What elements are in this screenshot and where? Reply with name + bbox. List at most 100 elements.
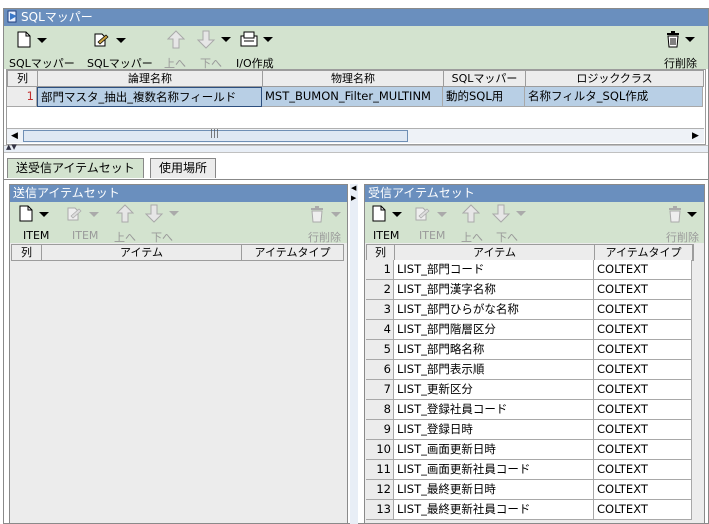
table-row[interactable]: 7 LIST_更新区分 COLTEXT	[366, 380, 694, 400]
edit-item-label[interactable]: ITEM	[72, 229, 98, 242]
cell-item[interactable]: LIST_画面更新社員コード	[394, 460, 594, 480]
scroll-thumb-grip: |||	[210, 129, 220, 139]
cell-item[interactable]: LIST_部門表示順	[394, 360, 594, 380]
table-row[interactable]: 1 LIST_部門コード COLTEXT	[366, 260, 694, 280]
cell-item-type[interactable]: COLTEXT	[594, 340, 692, 360]
cell-item[interactable]: LIST_部門ひらがな名称	[394, 300, 594, 320]
scroll-right-icon[interactable]: ▶	[688, 129, 703, 143]
splitter-right-icon[interactable]: ▶	[351, 194, 356, 202]
cell-item[interactable]: LIST_登録日時	[394, 420, 594, 440]
add-item-label[interactable]: ITEM	[373, 229, 399, 242]
row-number: 6	[366, 360, 394, 380]
cell-item-type[interactable]: COLTEXT	[594, 380, 692, 400]
cell-item-type[interactable]: COLTEXT	[594, 400, 692, 420]
row-number: 3	[366, 300, 394, 320]
table-row[interactable]: 4 LIST_部門階層区分 COLTEXT	[366, 320, 694, 340]
table-row[interactable]: 1 部門マスタ_抽出_複数名称フィールド MST_BUMON_Filter_MU…	[7, 87, 704, 107]
row-number: 8	[366, 400, 394, 420]
send-panel-title: 送信アイテムセット	[10, 185, 347, 202]
table-row[interactable]: 13 LIST_最終更新社員コード COLTEXT	[366, 500, 694, 520]
add-item-label[interactable]: ITEM	[23, 229, 49, 242]
table-row[interactable]: 11 LIST_画面更新社員コード COLTEXT	[366, 460, 694, 480]
cell-item-type[interactable]: COLTEXT	[594, 300, 692, 320]
recv-col-item[interactable]: アイテム	[395, 245, 595, 260]
trash-icon[interactable]	[665, 30, 705, 52]
add-item-icon[interactable]	[18, 205, 50, 226]
send-col-item[interactable]: アイテム	[42, 245, 242, 260]
send-col-type[interactable]: アイテムタイプ	[242, 245, 344, 260]
col-header-mapper[interactable]: SQLマッパー	[444, 71, 526, 86]
col-header-logic[interactable]: ロジッククラス	[526, 71, 704, 86]
new-document-icon[interactable]	[16, 31, 48, 52]
add-item-icon[interactable]	[371, 205, 403, 226]
horizontal-scrollbar[interactable]: ◀ ||| ▶	[7, 128, 704, 143]
col-header-physical[interactable]: 物理名称	[263, 71, 444, 86]
cell-item[interactable]: LIST_部門漢字名称	[394, 280, 594, 300]
cell-item[interactable]: LIST_部門略名称	[394, 340, 594, 360]
recv-table-header: 列 アイテム アイテムタイプ	[366, 244, 694, 261]
cell-item[interactable]: LIST_部門コード	[394, 260, 594, 280]
item-down-label[interactable]: 下へ	[496, 229, 518, 245]
cell-item-type[interactable]: COLTEXT	[594, 460, 692, 480]
cell-item[interactable]: LIST_部門階層区分	[394, 320, 594, 340]
table-row[interactable]: 6 LIST_部門表示順 COLTEXT	[366, 360, 694, 380]
move-down-icon[interactable]	[196, 30, 237, 52]
io-create-icon[interactable]	[239, 30, 279, 52]
cell-mapper[interactable]: 動的SQL用	[443, 87, 525, 107]
cell-item[interactable]: LIST_最終更新社員コード	[394, 500, 594, 520]
cell-physical-name[interactable]: MST_BUMON_Filter_MULTINM	[262, 87, 443, 107]
cell-item-type[interactable]: COLTEXT	[594, 480, 692, 500]
edit-item-icon[interactable]	[413, 205, 449, 226]
cell-item[interactable]: LIST_画面更新日時	[394, 440, 594, 460]
item-trash-icon[interactable]	[309, 205, 347, 227]
edit-item-icon[interactable]	[65, 205, 101, 226]
item-trash-icon[interactable]	[667, 205, 703, 227]
cell-item-type[interactable]: COLTEXT	[594, 440, 692, 460]
edit-mapper-icon[interactable]	[92, 31, 128, 52]
edit-item-label[interactable]: ITEM	[419, 229, 445, 242]
scroll-thumb[interactable]: |||	[23, 129, 408, 142]
table-row[interactable]: 2 LIST_部門漢字名称 COLTEXT	[366, 280, 694, 300]
recv-col-type[interactable]: アイテムタイプ	[595, 245, 693, 260]
collapse-arrows-icon[interactable]: ▲▼	[6, 143, 17, 151]
item-delete-row-label[interactable]: 行削除	[666, 229, 699, 245]
cell-item[interactable]: LIST_登録社員コード	[394, 400, 594, 420]
item-down-icon[interactable]	[491, 204, 532, 226]
cell-item-type[interactable]: COLTEXT	[594, 500, 692, 520]
cell-item-type[interactable]: COLTEXT	[594, 420, 692, 440]
tab-usage-location[interactable]: 使用場所	[150, 158, 217, 178]
split-divider[interactable]: ▲▼	[4, 143, 708, 153]
cell-logic-class[interactable]: 名称フィルタ_SQL作成	[525, 87, 703, 107]
col-header-num[interactable]: 列	[8, 71, 38, 86]
table-row[interactable]: 9 LIST_登録日時 COLTEXT	[366, 420, 694, 440]
table-row[interactable]: 8 LIST_登録社員コード COLTEXT	[366, 400, 694, 420]
cell-item[interactable]: LIST_更新区分	[394, 380, 594, 400]
item-up-icon[interactable]	[461, 204, 481, 226]
move-up-icon[interactable]	[166, 30, 186, 52]
item-down-label[interactable]: 下へ	[151, 229, 173, 245]
table-row[interactable]: 5 LIST_部門略名称 COLTEXT	[366, 340, 694, 360]
item-up-label[interactable]: 上へ	[461, 229, 483, 245]
panel-splitter[interactable]: ◀ ▶	[350, 184, 358, 524]
table-row[interactable]: 10 LIST_画面更新日時 COLTEXT	[366, 440, 694, 460]
col-header-logical[interactable]: 論理名称	[38, 71, 263, 86]
scroll-left-icon[interactable]: ◀	[7, 129, 22, 143]
send-toolbar: ITEM ITEM 上へ 下へ 行削除	[10, 202, 347, 245]
item-up-label[interactable]: 上へ	[114, 229, 136, 245]
recv-col-num[interactable]: 列	[367, 245, 395, 260]
cell-item-type[interactable]: COLTEXT	[594, 360, 692, 380]
table-row[interactable]: 3 LIST_部門ひらがな名称 COLTEXT	[366, 300, 694, 320]
cell-logical-name[interactable]: 部門マスタ_抽出_複数名称フィールド	[37, 87, 262, 107]
item-delete-row-label[interactable]: 行削除	[308, 229, 341, 245]
tab-send-receive-itemset[interactable]: 送受信アイテムセット	[7, 158, 144, 178]
cell-item-type[interactable]: COLTEXT	[594, 280, 692, 300]
table-row[interactable]: 12 LIST_最終更新日時 COLTEXT	[366, 480, 694, 500]
cell-item-type[interactable]: COLTEXT	[594, 260, 692, 280]
row-number: 11	[366, 460, 394, 480]
splitter-left-icon[interactable]: ◀	[351, 184, 356, 192]
cell-item-type[interactable]: COLTEXT	[594, 320, 692, 340]
send-col-num[interactable]: 列	[12, 245, 42, 260]
item-down-icon[interactable]	[144, 204, 185, 226]
cell-item[interactable]: LIST_最終更新日時	[394, 480, 594, 500]
item-up-icon[interactable]	[115, 204, 135, 226]
